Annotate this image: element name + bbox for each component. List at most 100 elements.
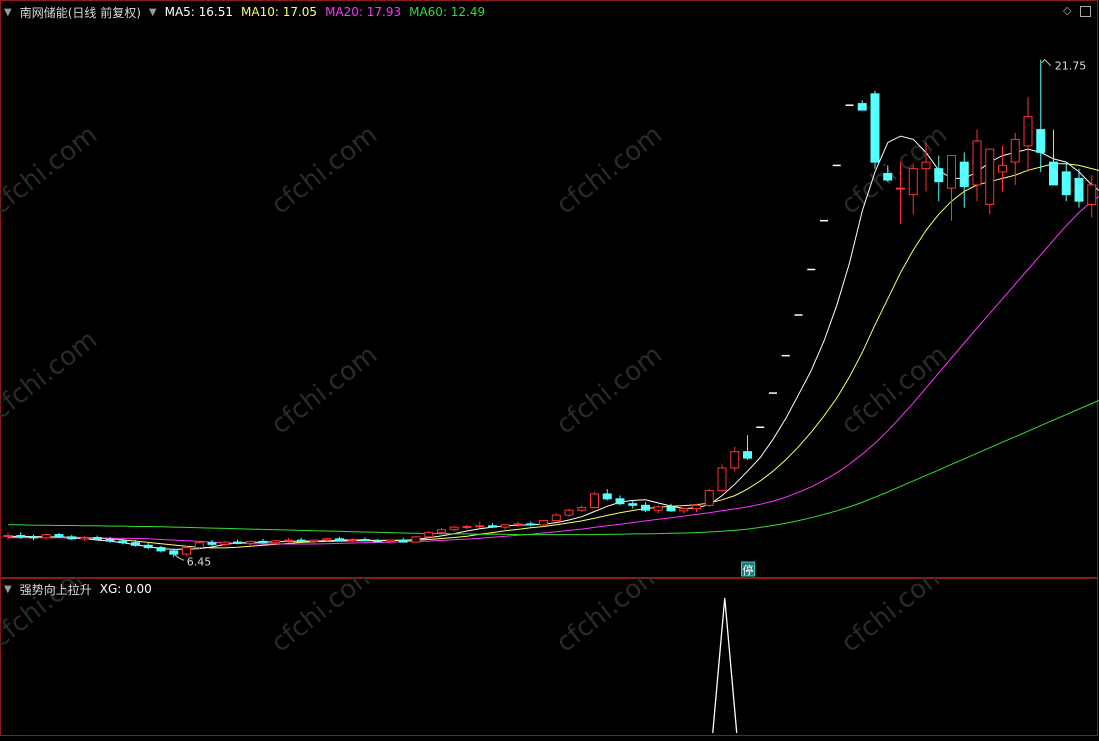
candle-body [857, 103, 867, 111]
candle [284, 537, 293, 543]
candle-body [16, 535, 26, 538]
candle [500, 523, 510, 530]
candle-body [143, 544, 153, 549]
candle-body [1010, 138, 1020, 163]
candle [998, 145, 1007, 192]
candle-body [500, 524, 510, 528]
ma5-label: MA5: 16.51 [164, 5, 234, 19]
watermark-text: cfchi.com [836, 340, 953, 441]
candle-body [628, 503, 638, 506]
candle [424, 531, 434, 538]
candle [67, 534, 77, 541]
candle [972, 129, 982, 202]
candle-body [169, 550, 179, 555]
candle [870, 90, 880, 169]
diamond-icon[interactable]: ◇ [1063, 4, 1071, 17]
candle-body [590, 493, 599, 509]
candle-body [462, 525, 472, 528]
candle-body [985, 148, 995, 205]
candle-body [921, 161, 931, 170]
candle-body [1061, 171, 1071, 196]
candle [3, 532, 13, 540]
ma20-label: MA20: 17.93 [325, 5, 402, 19]
watermark-text: cfchi.com [266, 340, 383, 441]
candle-body [80, 537, 89, 540]
candle-body [998, 164, 1007, 173]
candle [462, 524, 472, 530]
chart-header: ▼ 南网储能(日线 前复权) ▼ MA5: 16.51 MA10: 17.05 … [4, 4, 485, 20]
candle-body [233, 541, 242, 544]
candle [207, 540, 217, 546]
ma60-line [8, 399, 1099, 536]
candle [947, 155, 956, 221]
indicator-value: XG: 0.00 [99, 582, 152, 596]
candle-body [41, 534, 51, 539]
xg-signal-line [712, 597, 738, 734]
candle [296, 537, 306, 543]
candle-body [271, 540, 281, 544]
candle-body [398, 539, 408, 543]
candle-body [437, 529, 446, 533]
candle [233, 539, 242, 545]
candle [411, 536, 421, 543]
watermark-text: cfchi.com [266, 120, 383, 221]
candle [245, 540, 255, 546]
candle-body [118, 540, 128, 544]
candle-body [564, 509, 574, 516]
candle-body [513, 523, 523, 526]
candle [386, 539, 395, 544]
candle-body [3, 535, 13, 538]
candle [704, 489, 714, 507]
indicator-panel[interactable]: cfchi.com cfchi.com cfchi.com cfchi.com ▼ 强… [0, 578, 1099, 741]
indicator-chart[interactable]: cfchi.com cfchi.com cfchi.com cfchi.com [0, 578, 1099, 741]
candle-body [539, 520, 548, 526]
candle [641, 502, 650, 512]
candle-body [296, 539, 306, 542]
candle-body [335, 538, 344, 541]
candle [182, 545, 191, 556]
candle [29, 534, 38, 541]
square-icon[interactable] [1080, 6, 1091, 20]
low-pointer [174, 554, 184, 561]
candle-body [1074, 177, 1084, 202]
stock-title[interactable]: 南网储能(日线 前复权) [20, 4, 141, 21]
candle [959, 152, 969, 208]
candle-body [679, 508, 689, 512]
candle-body [704, 490, 714, 506]
candle [615, 495, 625, 506]
ma10-label: MA10: 17.05 [241, 5, 318, 19]
candle-body [615, 498, 625, 505]
candle-body [1049, 161, 1058, 186]
indicator-title[interactable]: 强势向上拉升 [20, 581, 92, 598]
candle-body [653, 506, 663, 511]
candle-body [347, 538, 357, 541]
candle-body [959, 161, 969, 188]
candle [577, 505, 587, 512]
candle-body [475, 525, 485, 528]
candle [590, 492, 599, 509]
candle [602, 489, 612, 501]
candlestick-chart[interactable]: cfchi.com cfchi.com cfchi.com cfchi.com cfch… [0, 0, 1099, 578]
suspension-text: 停 [743, 563, 754, 577]
candle [908, 165, 918, 215]
candle-body [449, 526, 459, 531]
candle [857, 100, 867, 111]
candle [360, 537, 370, 542]
candle-body [29, 536, 38, 539]
candle-body [730, 451, 740, 469]
high-price-label: 21.75 [1055, 60, 1087, 73]
main-chart-panel[interactable]: cfchi.com cfchi.com cfchi.com cfchi.com cfch… [0, 0, 1099, 578]
candle-body [67, 536, 77, 540]
chevron-down-icon[interactable]: ▼ [149, 7, 157, 18]
candle-body [360, 538, 370, 542]
candle [258, 538, 268, 544]
watermark-text: cfchi.com [551, 120, 668, 221]
candle-body [411, 536, 421, 543]
candle [398, 537, 408, 543]
candle-body [908, 168, 918, 196]
chevron-down-icon[interactable]: ▼ [4, 584, 12, 595]
chevron-down-icon[interactable]: ▼ [4, 7, 12, 18]
candle [92, 535, 102, 541]
candle [373, 538, 383, 543]
candle-body [156, 547, 166, 552]
